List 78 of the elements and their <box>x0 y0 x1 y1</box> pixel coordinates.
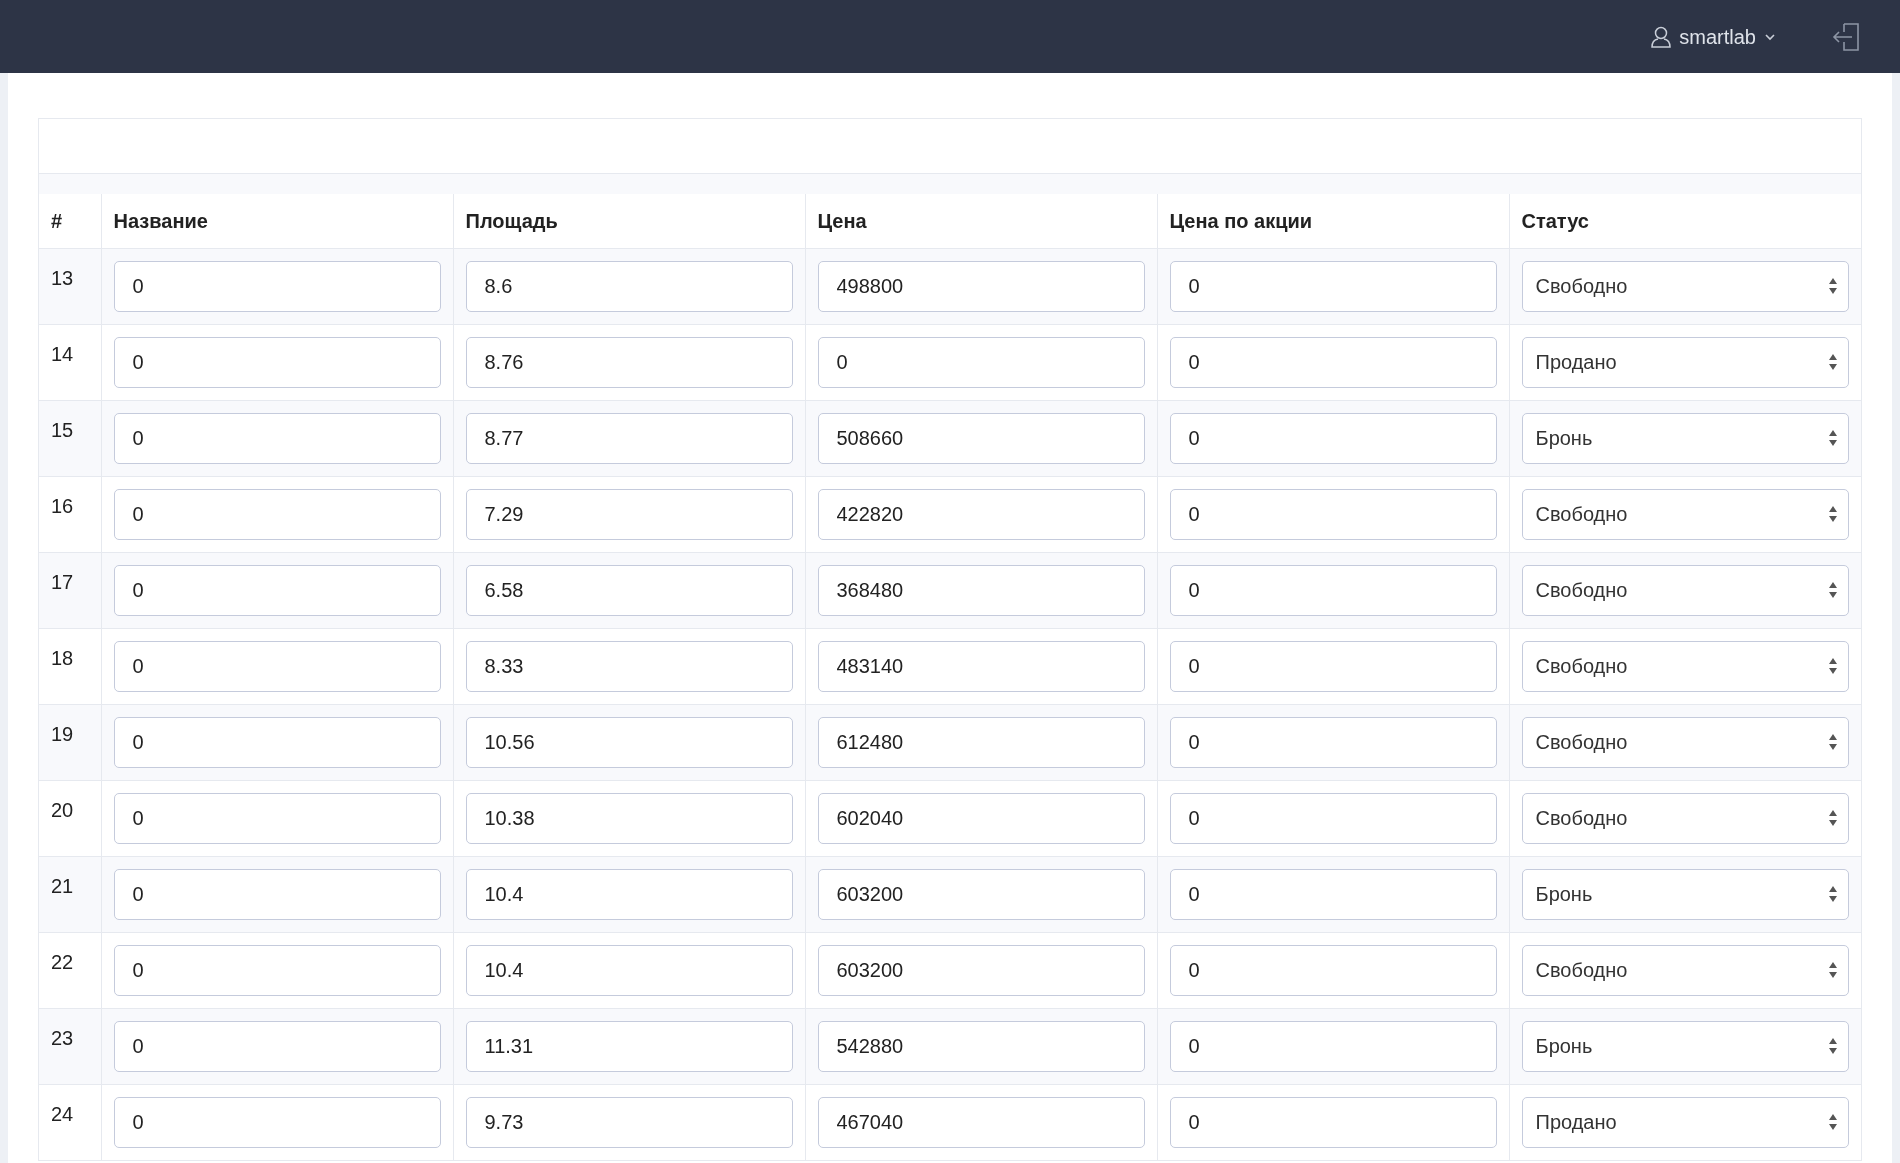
user-menu[interactable]: smartlab <box>1651 21 1776 52</box>
input-field[interactable]: 8.6 <box>465 260 793 312</box>
row-number: 18 <box>51 646 74 669</box>
input-field[interactable]: 542880 <box>817 1020 1145 1072</box>
input-field[interactable]: 10.4 <box>465 944 793 996</box>
input-field[interactable]: 0 <box>1169 716 1497 768</box>
input-field[interactable]: 10.4 <box>465 868 793 920</box>
input-field[interactable]: 0 <box>1169 260 1497 312</box>
input-field[interactable]: 0 <box>113 1096 441 1148</box>
input-field[interactable]: 8.77 <box>465 412 793 464</box>
status-select[interactable]: Бронь <box>1521 412 1849 464</box>
status-select[interactable]: Бронь <box>1521 1020 1849 1072</box>
input-field[interactable]: 10.56 <box>465 716 793 768</box>
row-number: 17 <box>51 570 74 593</box>
status-select[interactable]: Свободно <box>1521 260 1849 312</box>
input-field[interactable]: 9.73 <box>465 1096 793 1148</box>
status-select[interactable]: Бронь <box>1521 868 1849 920</box>
row-number: 13 <box>51 266 74 289</box>
logout-button[interactable] <box>1832 21 1860 52</box>
input-field[interactable]: 603200 <box>817 944 1145 996</box>
input-field[interactable]: 0 <box>113 944 441 996</box>
input-field[interactable]: 0 <box>1169 868 1497 920</box>
input-field[interactable]: 612480 <box>817 716 1145 768</box>
input-field[interactable]: 0 <box>1169 944 1497 996</box>
input-field[interactable]: 0 <box>1169 336 1497 388</box>
row-number: 14 <box>51 342 74 365</box>
input-field[interactable]: 0 <box>113 1020 441 1072</box>
input-field[interactable]: 0 <box>1169 1096 1497 1148</box>
input-field[interactable]: 0 <box>113 868 441 920</box>
row-number: 19 <box>51 722 74 745</box>
input-field[interactable]: 498800 <box>817 260 1145 312</box>
input-field[interactable]: 467040 <box>817 1096 1145 1148</box>
input-field[interactable]: 422820 <box>817 488 1145 540</box>
input-field[interactable]: 0 <box>113 792 441 844</box>
row-number: 15 <box>51 418 74 441</box>
row-number: 16 <box>51 494 74 517</box>
user-icon <box>1651 25 1672 48</box>
status-select[interactable]: Продано <box>1521 1096 1849 1148</box>
input-field[interactable]: 0 <box>113 260 441 312</box>
input-field[interactable]: 0 <box>113 564 441 616</box>
input-field[interactable]: 0 <box>817 336 1145 388</box>
input-field[interactable]: 6.58 <box>465 564 793 616</box>
status-select[interactable]: Свободно <box>1521 944 1849 996</box>
input-field[interactable]: 508660 <box>817 412 1145 464</box>
status-select[interactable]: Свободно <box>1521 564 1849 616</box>
row-number: 24 <box>51 1102 74 1125</box>
input-field[interactable]: 0 <box>1169 792 1497 844</box>
status-select[interactable]: Свободно <box>1521 640 1849 692</box>
status-select[interactable]: Свободно <box>1521 716 1849 768</box>
input-field[interactable]: 11.31 <box>465 1020 793 1072</box>
row-number: 23 <box>51 1026 74 1049</box>
row-number: 22 <box>51 950 74 973</box>
input-field[interactable]: 483140 <box>817 640 1145 692</box>
input-field[interactable]: 0 <box>113 716 441 768</box>
column-header: # <box>39 194 101 248</box>
input-field[interactable]: 0 <box>1169 412 1497 464</box>
input-field[interactable]: 368480 <box>817 564 1145 616</box>
logout-icon <box>1832 21 1860 52</box>
input-field[interactable]: 0 <box>113 488 441 540</box>
row-number: 21 <box>51 874 74 897</box>
chevron-down-icon <box>1764 32 1776 41</box>
status-select[interactable]: Свободно <box>1521 488 1849 540</box>
input-field[interactable]: 10.38 <box>465 792 793 844</box>
input-field[interactable]: 7.29 <box>465 488 793 540</box>
input-field[interactable]: 0 <box>1169 488 1497 540</box>
input-field[interactable]: 0 <box>113 336 441 388</box>
status-select[interactable]: Продано <box>1521 336 1849 388</box>
status-select[interactable]: Свободно <box>1521 792 1849 844</box>
input-field[interactable]: 8.33 <box>465 640 793 692</box>
input-field[interactable]: 0 <box>113 412 441 464</box>
row-number: 20 <box>51 798 74 821</box>
input-field[interactable]: 0 <box>1169 564 1497 616</box>
input-field[interactable]: 0 <box>1169 1020 1497 1072</box>
input-field[interactable]: 603200 <box>817 868 1145 920</box>
input-field[interactable]: 0 <box>113 640 441 692</box>
input-field[interactable]: 8.76 <box>465 336 793 388</box>
input-field[interactable]: 602040 <box>817 792 1145 844</box>
input-field[interactable]: 0 <box>1169 640 1497 692</box>
